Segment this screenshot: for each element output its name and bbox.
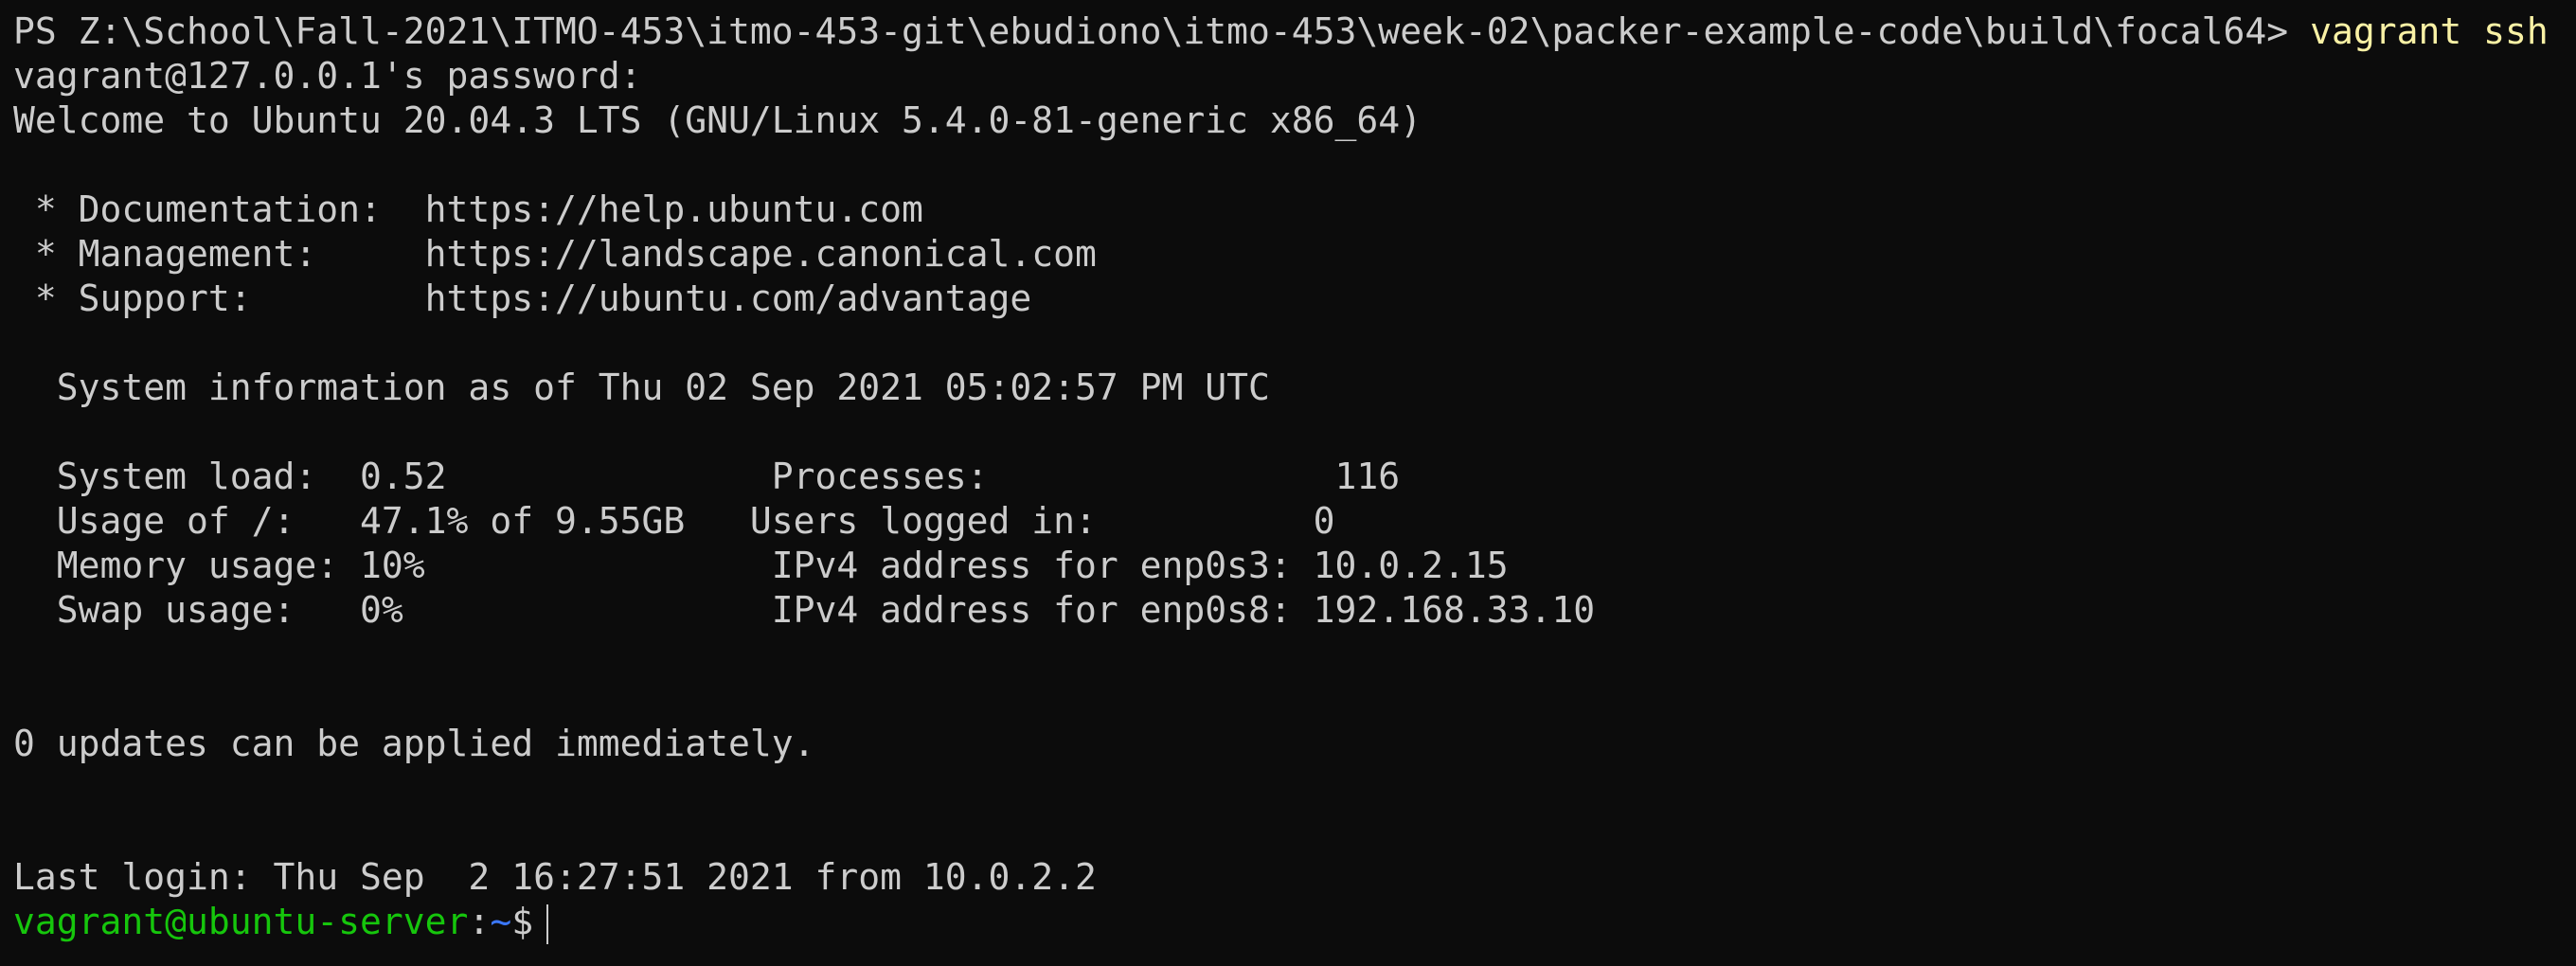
output-line: Swap usage: 0% IPv4 address for enp0s8: …	[13, 589, 1596, 631]
powershell-prompt: PS Z:\School\Fall-2021\ITMO-453\itmo-453…	[13, 10, 2311, 52]
command-text: vagrant ssh	[2310, 10, 2549, 52]
bash-prompt-path: ~	[490, 901, 512, 942]
output-line: vagrant@127.0.0.1's password:	[13, 55, 642, 97]
output-line: System information as of Thu 02 Sep 2021…	[13, 367, 1270, 408]
output-line: 0 updates can be applied immediately.	[13, 723, 815, 764]
bash-prompt-user: vagrant@ubuntu-server	[13, 901, 469, 942]
output-line: * Documentation: https://help.ubuntu.com	[13, 188, 923, 230]
powershell-prompt-line: PS Z:\School\Fall-2021\ITMO-453\itmo-453…	[13, 9, 2576, 54]
output-line: Usage of /: 47.1% of 9.55GB Users logged…	[13, 500, 1335, 542]
terminal-window[interactable]: PS Z:\School\Fall-2021\ITMO-453\itmo-453…	[0, 0, 2576, 966]
output-line: * Management: https://landscape.canonica…	[13, 233, 1097, 275]
output-line: * Support: https://ubuntu.com/advantage	[13, 277, 1032, 319]
output-line: System load: 0.52 Processes: 116	[13, 456, 1401, 497]
text-cursor[interactable]	[546, 903, 549, 944]
bash-prompt-line[interactable]: vagrant@ubuntu-server:~$	[13, 900, 2576, 944]
output-line: Memory usage: 10% IPv4 address for enp0s…	[13, 545, 1509, 586]
output-line: Last login: Thu Sep 2 16:27:51 2021 from…	[13, 856, 1097, 898]
output-line: Welcome to Ubuntu 20.04.3 LTS (GNU/Linux…	[13, 99, 1422, 141]
bash-prompt-colon: :	[468, 901, 491, 942]
bash-prompt-symbol: $	[511, 901, 534, 942]
